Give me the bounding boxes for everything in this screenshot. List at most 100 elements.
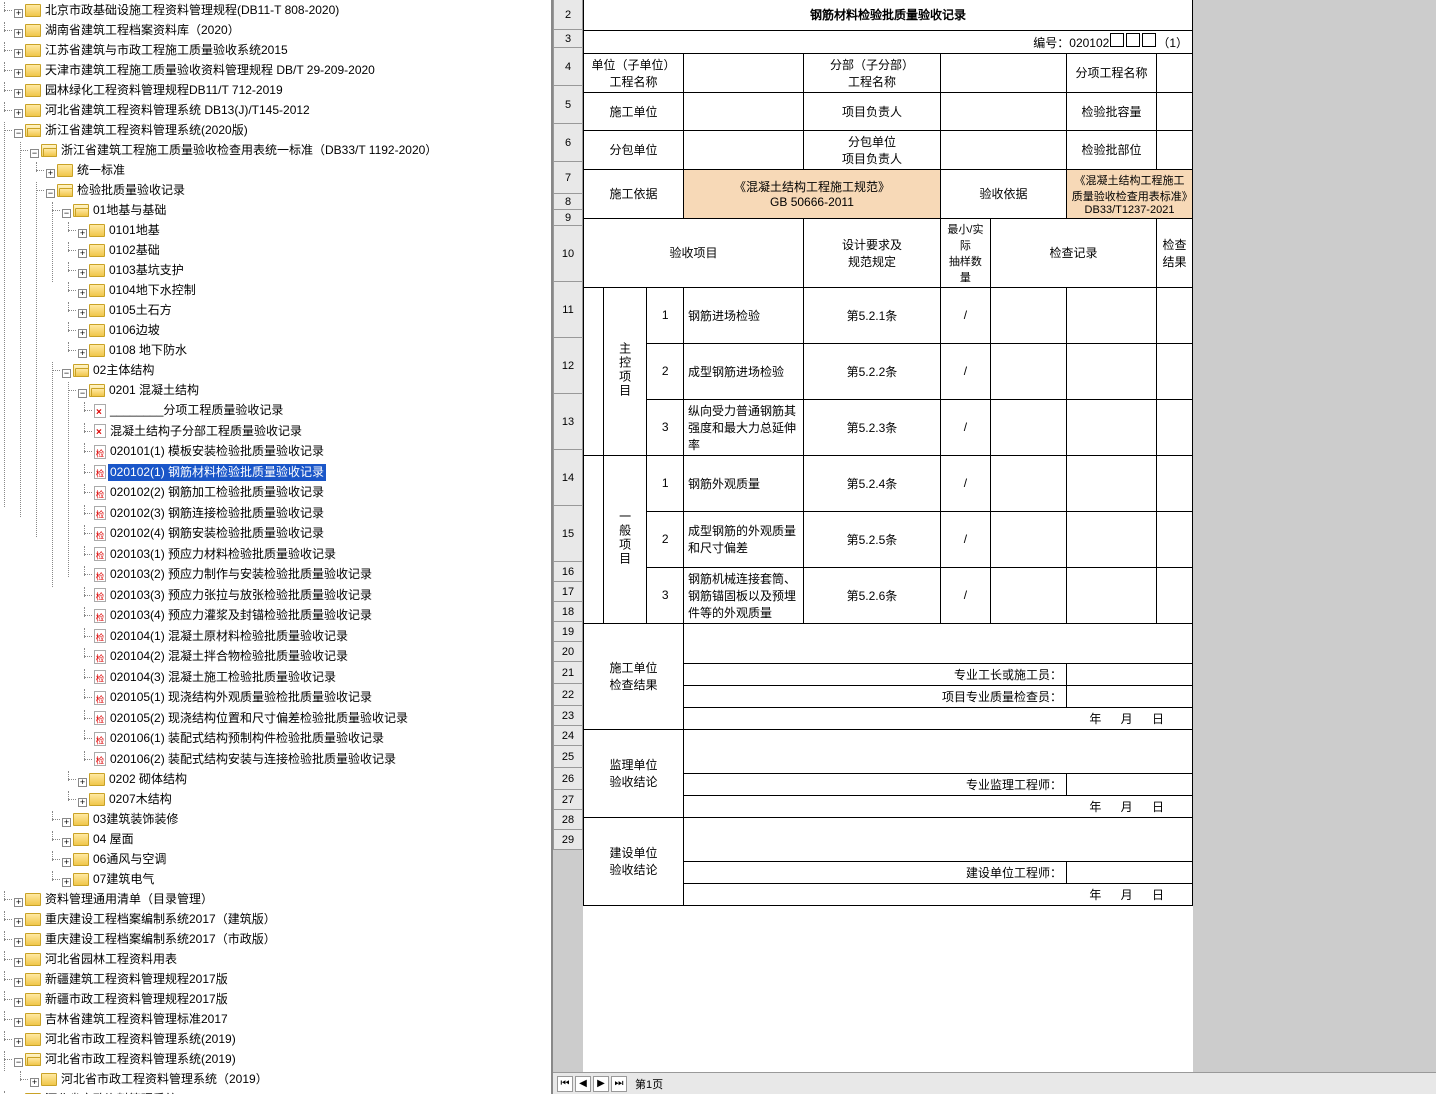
nav-first[interactable]: ⏮ [557, 1076, 573, 1092]
expander[interactable]: + [14, 29, 23, 38]
expander[interactable]: − [46, 189, 55, 198]
expander[interactable]: + [30, 1078, 39, 1087]
row-number: 7 [553, 162, 583, 194]
tree-item[interactable]: 01地基与基础 [73, 202, 168, 219]
expander[interactable]: + [14, 998, 23, 1007]
expander[interactable]: + [14, 978, 23, 987]
expander[interactable]: − [62, 369, 71, 378]
expander[interactable]: + [14, 898, 23, 907]
tree-item[interactable]: 020103(2) 预应力制作与安装检验批质量验收记录 [94, 566, 374, 583]
tree-item[interactable]: 新疆建筑工程资料管理规程2017版 [25, 971, 230, 988]
tree-item[interactable]: 020101(1) 模板安装检验批质量验收记录 [94, 443, 326, 460]
tree-item[interactable]: 0108 地下防水 [89, 342, 189, 359]
expander[interactable]: + [14, 49, 23, 58]
tree-item[interactable]: 020105(2) 现浇结构位置和尺寸偏差检验批质量验收记录 [94, 710, 410, 727]
tree-item[interactable]: 河北省园林工程资料用表 [25, 951, 179, 968]
tree-item[interactable]: 06通风与空调 [73, 851, 168, 868]
tree-item[interactable]: 河北省市政工程资料管理系统(2019) [25, 1031, 238, 1048]
expander[interactable]: − [14, 1058, 23, 1067]
tree-item[interactable]: 020102(3) 钢筋连接检验批质量验收记录 [94, 505, 326, 522]
expander[interactable]: + [78, 329, 87, 338]
expander[interactable]: + [78, 349, 87, 358]
tree-item[interactable]: 020105(1) 现浇结构外观质量验检批质量验收记录 [94, 689, 374, 706]
expander[interactable]: + [62, 838, 71, 847]
tree-item[interactable]: 浙江省建筑工程施工质量验收检查用表统一标准（DB33/T 1192-2020） [41, 142, 439, 159]
nav-prev[interactable]: ◀ [575, 1076, 591, 1092]
tree-item[interactable]: 新疆市政工程资料管理规程2017版 [25, 991, 230, 1008]
expander[interactable]: + [78, 778, 87, 787]
expander[interactable]: + [14, 1038, 23, 1047]
folder-icon [89, 324, 105, 337]
expander[interactable]: + [14, 918, 23, 927]
expander[interactable]: − [62, 209, 71, 218]
tree-item[interactable]: 0101地基 [89, 222, 162, 239]
tree-item[interactable]: 0207木结构 [89, 791, 174, 808]
tree-item[interactable]: 020102(2) 钢筋加工检验批质量验收记录 [94, 484, 326, 501]
tree-item[interactable]: 07建筑电气 [73, 871, 156, 888]
expander[interactable]: + [62, 858, 71, 867]
tree-item[interactable]: 0104地下水控制 [89, 282, 198, 299]
expander[interactable]: + [78, 798, 87, 807]
tree-item[interactable]: 0201 混凝土结构 [89, 382, 201, 399]
nav-next[interactable]: ▶ [593, 1076, 609, 1092]
tree-item[interactable]: 020102(1) 钢筋材料检验批质量验收记录 [94, 464, 326, 481]
tree-item[interactable]: 020103(4) 预应力灌浆及封锚检验批质量验收记录 [94, 607, 374, 624]
tree-item[interactable]: 混凝土结构子分部工程质量验收记录 [94, 423, 304, 440]
expander[interactable]: + [14, 1018, 23, 1027]
tree-item[interactable]: 湖南省建筑工程档案资料库（2020） [25, 22, 242, 39]
expander[interactable]: + [14, 938, 23, 947]
expander[interactable]: + [46, 169, 55, 178]
tree-item[interactable]: 园林绿化工程资料管理规程DB11/T 712-2019 [25, 82, 285, 99]
tree-item[interactable]: 020103(1) 预应力材料检验批质量验收记录 [94, 546, 338, 563]
nav-last[interactable]: ⏭ [611, 1076, 627, 1092]
tree-item[interactable]: 0102基础 [89, 242, 162, 259]
tree-item[interactable]: 0103基坑支护 [89, 262, 186, 279]
expander[interactable]: − [30, 149, 39, 158]
expander[interactable]: + [14, 89, 23, 98]
expander[interactable]: + [78, 249, 87, 258]
tree-item[interactable]: 020104(3) 混凝土施工检验批质量验收记录 [94, 669, 338, 686]
tree-item[interactable]: 资料管理通用清单（目录管理） [25, 891, 215, 908]
row-number: 3 [553, 30, 583, 48]
expander[interactable]: + [78, 309, 87, 318]
tree-item[interactable]: 重庆建设工程档案编制系统2017（建筑版） [25, 911, 278, 928]
tree-item[interactable]: 吉林省建筑工程资料管理标准2017 [25, 1011, 230, 1028]
expander[interactable]: + [14, 9, 23, 18]
folder-icon [73, 853, 89, 866]
tree-item[interactable]: 020106(2) 装配式结构安装与连接检验批质量验收记录 [94, 751, 398, 768]
tree-item[interactable]: 0202 砌体结构 [89, 771, 189, 788]
expander[interactable]: + [62, 818, 71, 827]
folder-icon [25, 124, 41, 137]
expander[interactable]: + [62, 878, 71, 887]
expander[interactable]: − [14, 129, 23, 138]
tree-item[interactable]: 020104(1) 混凝土原材料检验批质量验收记录 [94, 628, 350, 645]
tree-item[interactable]: 北京市政基础设施工程资料管理规程(DB11-T 808-2020) [25, 2, 341, 19]
tree-item[interactable]: 03建筑装饰装修 [73, 811, 180, 828]
tree-item[interactable]: 020103(3) 预应力张拉与放张检验批质量验收记录 [94, 587, 374, 604]
expander[interactable]: + [78, 229, 87, 238]
expander[interactable]: + [14, 69, 23, 78]
expander[interactable]: + [14, 109, 23, 118]
tree-item[interactable]: 02主体结构 [73, 362, 156, 379]
expander[interactable]: + [78, 289, 87, 298]
tree-item[interactable]: 浙江省建筑工程资料管理系统(2020版) [25, 122, 250, 139]
tree-item[interactable]: 河北省市政工程资料管理系统(2019) [25, 1051, 238, 1068]
tree-item[interactable]: 天津市建筑工程施工质量验收资料管理规程 DB/T 29-209-2020 [25, 62, 377, 79]
tree-item[interactable]: 020106(1) 装配式结构预制构件检验批质量验收记录 [94, 730, 386, 747]
tree-item[interactable]: 江苏省建筑与市政工程施工质量验收系统2015 [25, 42, 290, 59]
expander[interactable]: − [78, 389, 87, 398]
tree-item[interactable]: 检验批质量验收记录 [57, 182, 187, 199]
tree-item[interactable]: 统一标准 [57, 162, 127, 179]
expander[interactable]: + [78, 269, 87, 278]
tree-item[interactable]: 河北省市政工程资料管理系统（2019） [41, 1071, 270, 1088]
tree-item[interactable]: 0105土石方 [89, 302, 174, 319]
doc-icon [94, 629, 106, 643]
expander[interactable]: + [14, 958, 23, 967]
tree-item[interactable]: 04 屋面 [73, 831, 136, 848]
tree-item[interactable]: ________分项工程质量验收记录 [94, 402, 285, 419]
tree-item[interactable]: 020102(4) 钢筋安装检验批质量验收记录 [94, 525, 326, 542]
tree-item[interactable]: 0106边坡 [89, 322, 162, 339]
tree-item[interactable]: 020104(2) 混凝土拌合物检验批质量验收记录 [94, 648, 350, 665]
tree-item[interactable]: 河北省建筑工程资料管理系统 DB13(J)/T145-2012 [25, 102, 312, 119]
tree-item[interactable]: 重庆建设工程档案编制系统2017（市政版） [25, 931, 278, 948]
